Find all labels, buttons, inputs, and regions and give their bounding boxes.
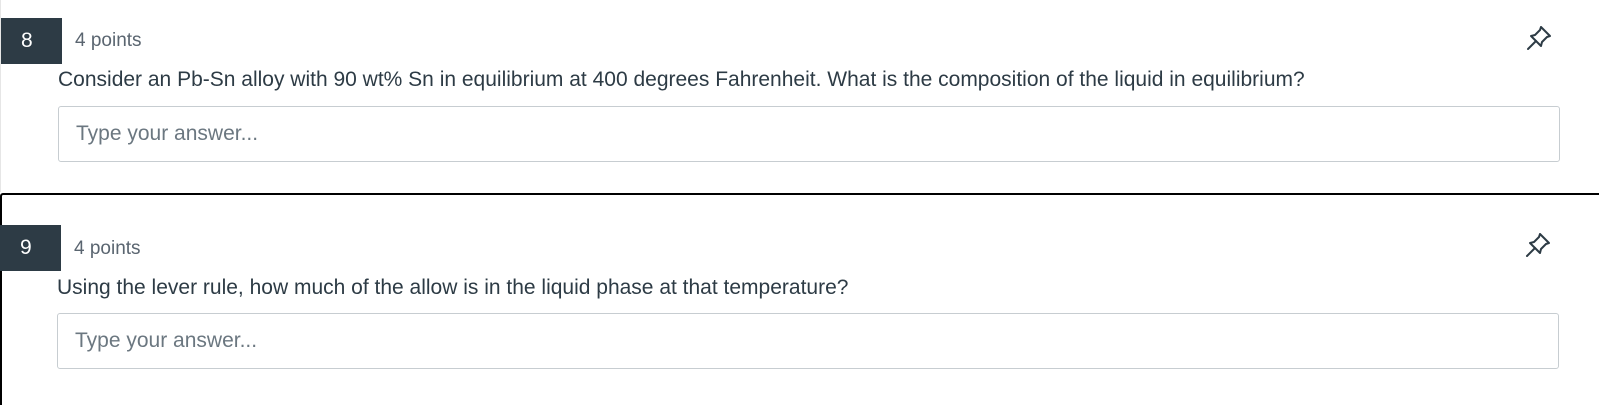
answer-input[interactable] [57,313,1559,369]
pin-icon[interactable] [1524,231,1552,259]
question-points: 4 points [75,30,142,51]
question-points: 4 points [74,238,141,259]
question-9: 9 4 points Using the lever rule, how muc… [0,193,1599,405]
question-number-badge: 8 [1,18,62,64]
question-prompt: Consider an Pb-Sn alloy with 90 wt% Sn i… [58,68,1305,91]
answer-input[interactable] [58,106,1560,162]
question-prompt: Using the lever rule, how much of the al… [57,276,849,299]
quiz-page: 8 4 points Consider an Pb-Sn alloy with … [0,0,1599,405]
question-8: 8 4 points Consider an Pb-Sn alloy with … [0,0,1599,192]
question-number-badge: 9 [0,225,61,271]
pin-icon[interactable] [1525,24,1553,52]
